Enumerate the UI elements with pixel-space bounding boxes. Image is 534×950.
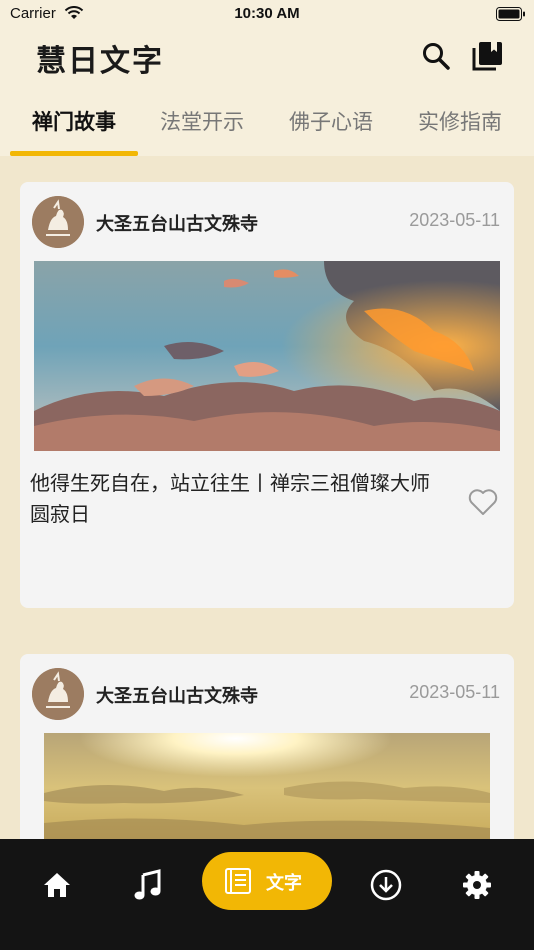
- book-collection-icon[interactable]: [470, 38, 506, 74]
- status-time: 10:30 AM: [234, 5, 300, 22]
- post-date: 2023-05-11: [409, 210, 500, 230]
- tab-buddhist-words[interactable]: 佛子心语: [267, 106, 395, 136]
- publisher-name: 大圣五台山古文殊寺: [96, 686, 258, 707]
- bottom-tab-bar: 文字: [0, 839, 534, 950]
- tab-chan-stories[interactable]: 禅门故事: [10, 106, 138, 136]
- tab-text-label: 文字: [266, 873, 302, 894]
- battery-icon: [496, 6, 526, 25]
- app-header: 慧日文字: [0, 30, 534, 86]
- article-card[interactable]: 大圣五台山古文殊寺 2023-05-11: [20, 182, 514, 608]
- publisher-name: 大圣五台山古文殊寺: [96, 214, 258, 235]
- status-bar: Carrier 10:30 AM: [0, 0, 534, 30]
- download-icon[interactable]: [364, 863, 408, 907]
- home-icon[interactable]: [35, 863, 79, 907]
- tab-practice-guide[interactable]: 实修指南: [396, 106, 524, 136]
- avatar: [32, 668, 84, 720]
- post-date: 2023-05-11: [409, 682, 500, 702]
- article-title[interactable]: 他得生死自在，站立往生丨禅宗三祖僧璨大师圆寂日: [30, 468, 440, 530]
- favorite-heart-icon[interactable]: [468, 488, 498, 520]
- cover-image: [44, 733, 490, 843]
- search-icon[interactable]: [418, 38, 454, 74]
- document-icon: [224, 867, 252, 899]
- music-note-icon[interactable]: [126, 863, 170, 907]
- category-tabs: 禅门故事 法堂开示 佛子心语 实修指南: [0, 86, 534, 156]
- settings-gear-icon[interactable]: [455, 863, 499, 907]
- app-title: 慧日文字: [36, 44, 164, 79]
- avatar: [32, 196, 84, 248]
- active-tab-indicator: [10, 151, 138, 156]
- tab-text-active[interactable]: 文字: [202, 852, 332, 910]
- tab-dharma-talks[interactable]: 法堂开示: [138, 106, 266, 136]
- cover-image: [34, 261, 500, 451]
